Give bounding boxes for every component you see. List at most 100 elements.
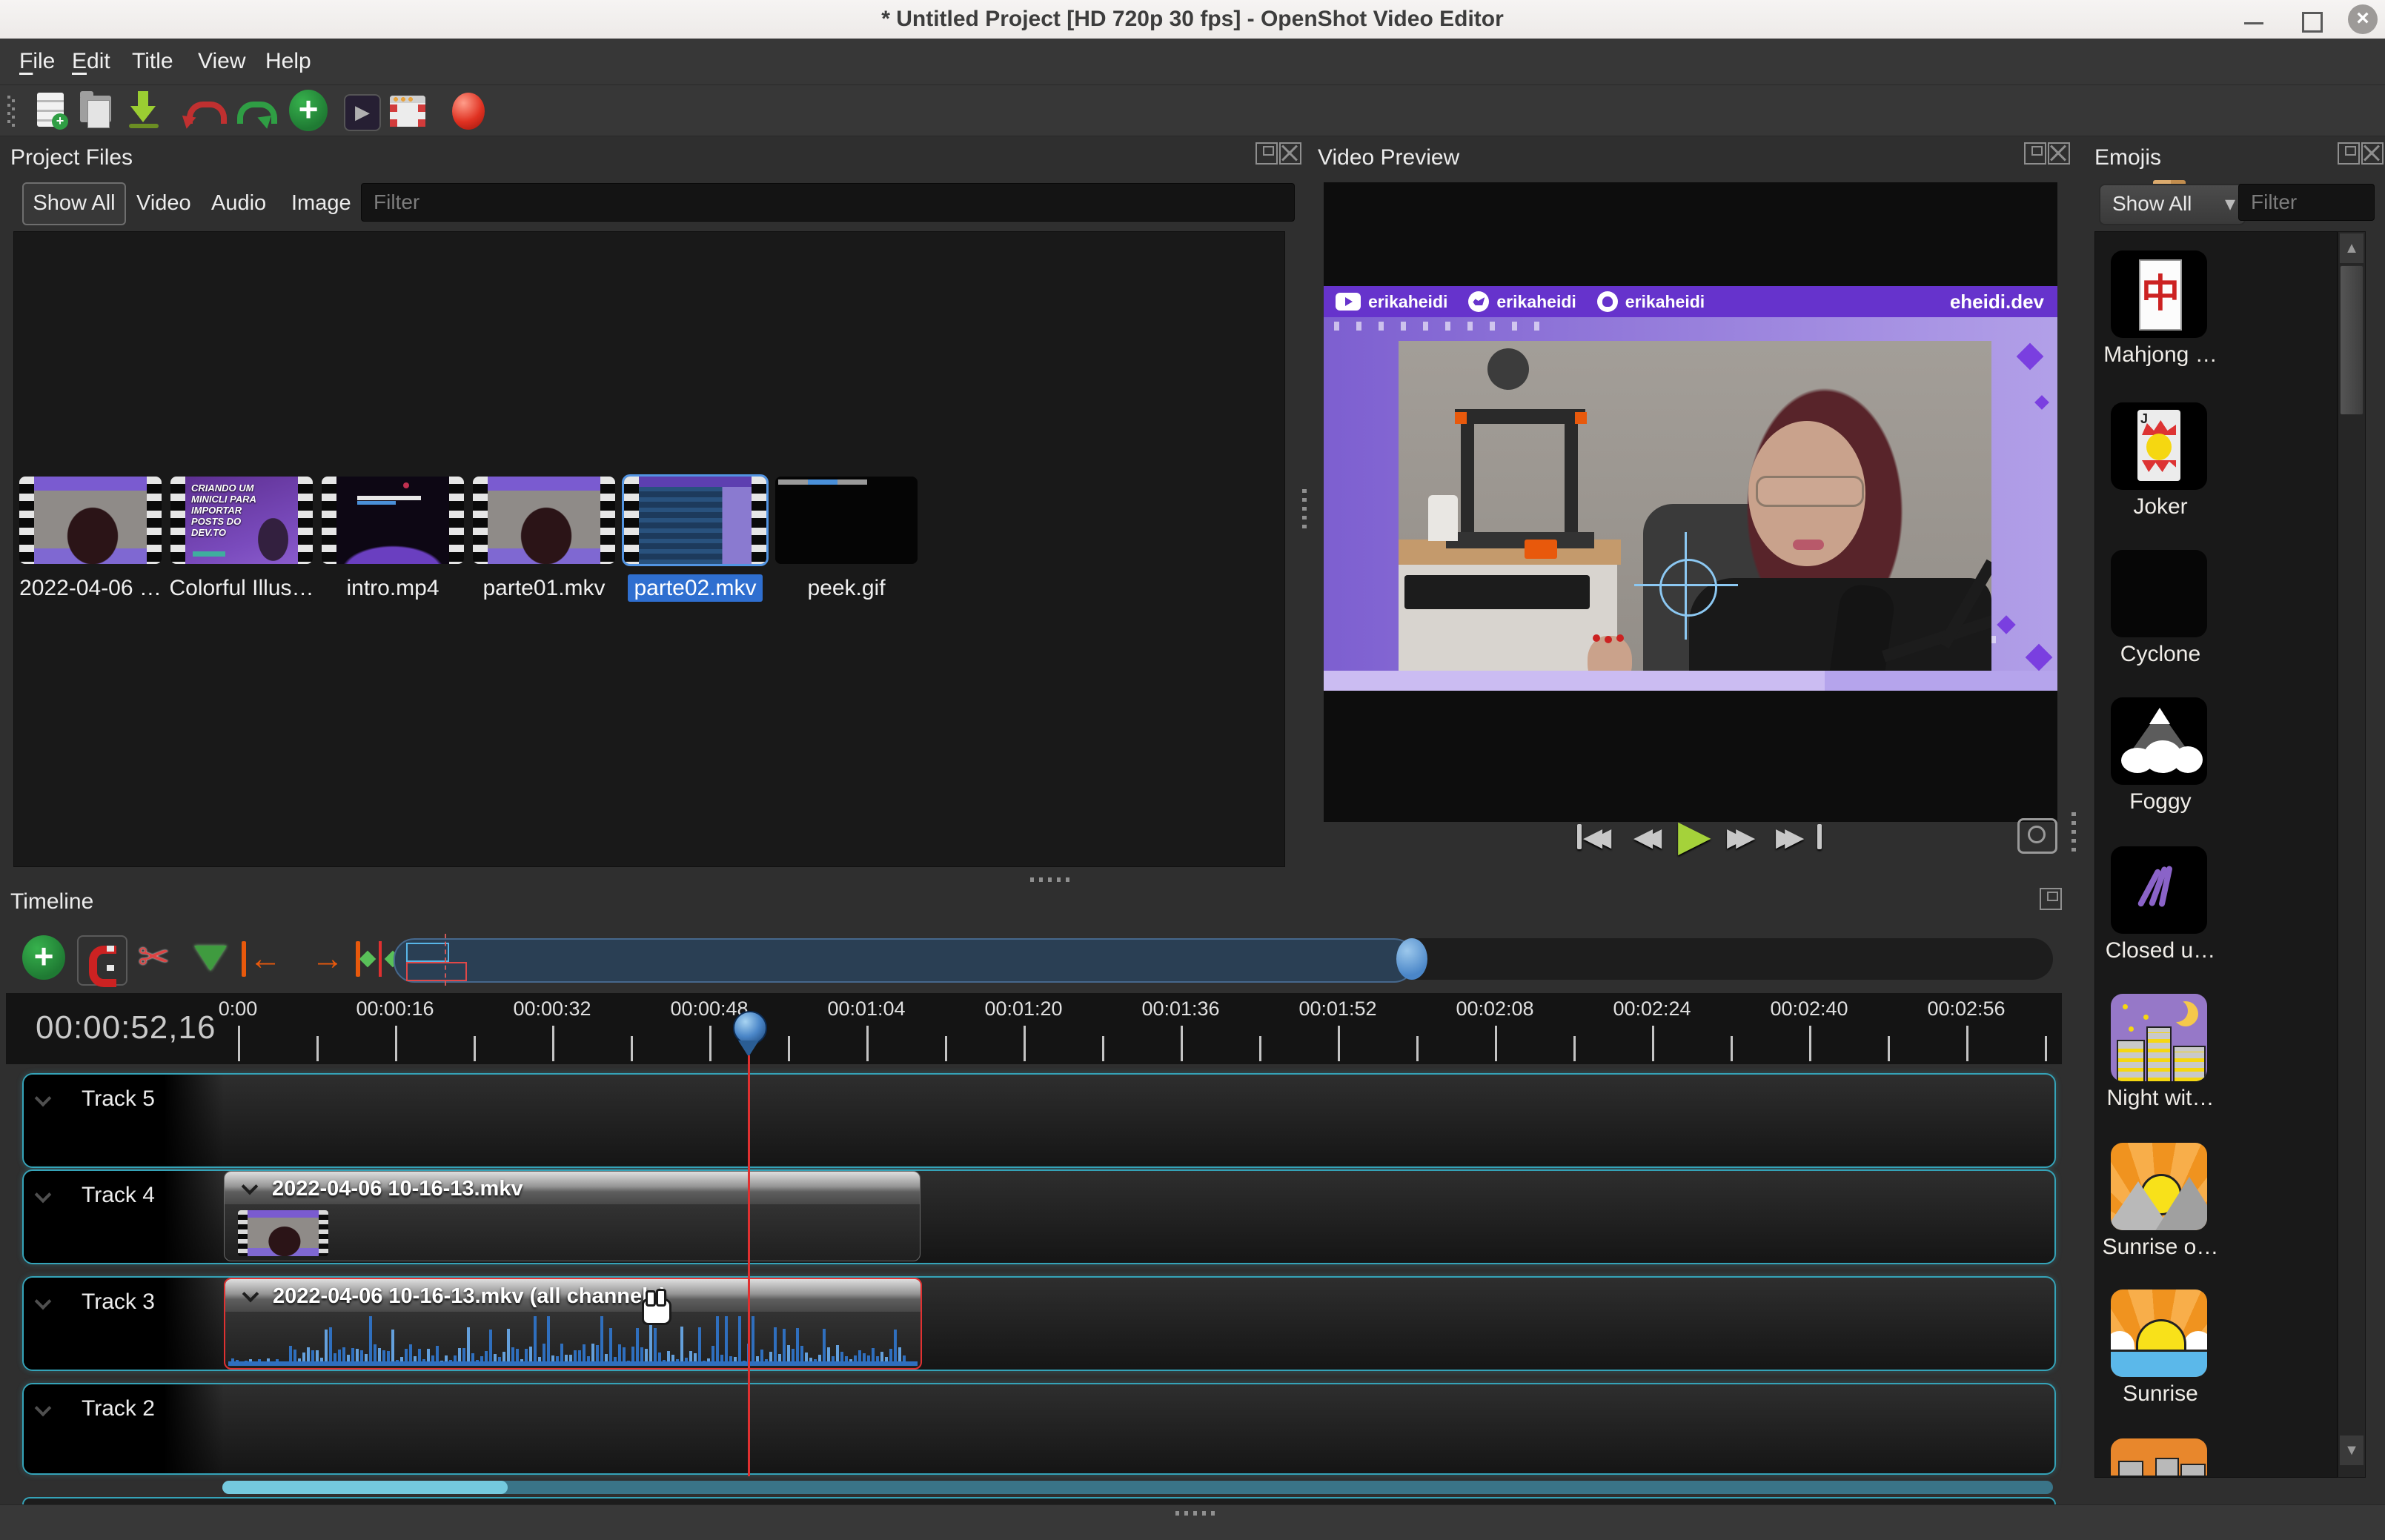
scroll-up-icon[interactable]: ▲: [2339, 233, 2364, 264]
emoji-joker[interactable]: J: [2111, 402, 2207, 490]
file-label[interactable]: parte01.mkv: [468, 573, 620, 604]
file-thumb-intro[interactable]: [322, 477, 464, 564]
file-thumb-2022-04-06[interactable]: [19, 477, 162, 564]
track-3-row[interactable]: Track 3 2022-04-06 10-16-13.mkv (all cha…: [22, 1276, 2056, 1371]
file-label-selected[interactable]: parte02.mkv: [626, 573, 765, 604]
undock-icon[interactable]: [1255, 142, 1278, 165]
ruler-tick-major: [395, 1026, 397, 1061]
menu-view[interactable]: View: [190, 39, 253, 84]
timeline-zoom-handle[interactable]: [1396, 938, 1427, 980]
vertical-splitter-handle-2[interactable]: [2071, 812, 2076, 857]
close-icon[interactable]: ×: [2348, 4, 2378, 34]
menu-help[interactable]: Help: [258, 39, 319, 84]
undock-icon[interactable]: [2338, 142, 2360, 165]
tab-show-all[interactable]: Show All: [22, 182, 126, 225]
file-label[interactable]: 2022-04-06 …: [15, 573, 166, 604]
undock-icon[interactable]: [2040, 888, 2062, 910]
timeline-zoom-track[interactable]: [1412, 938, 2053, 980]
menu-title[interactable]: Title: [125, 39, 181, 84]
fast-forward-icon[interactable]: ▶▶: [1727, 823, 1745, 852]
ruler-tick-major: [1495, 1026, 1497, 1061]
close-panel-icon[interactable]: [2361, 142, 2384, 165]
track-1-row-clipped[interactable]: [22, 1497, 2056, 1504]
emoji-mahjong[interactable]: 中: [2111, 250, 2207, 338]
track-2-row[interactable]: Track 2: [22, 1383, 2056, 1475]
add-marker-icon[interactable]: [194, 946, 242, 993]
emoji-foggy[interactable]: [2111, 697, 2207, 785]
camera-view: [1399, 341, 1991, 671]
title-bar[interactable]: * Untitled Project [HD 720p 30 fps] - Op…: [0, 0, 2385, 39]
redo-icon[interactable]: [231, 90, 273, 131]
snapshot-icon[interactable]: [2017, 818, 2057, 854]
close-panel-icon[interactable]: [2048, 142, 2070, 165]
export-video-icon[interactable]: [448, 90, 489, 131]
open-project-icon[interactable]: [76, 90, 117, 131]
jump-start-icon[interactable]: [1577, 824, 1582, 849]
clip-label: 2022-04-06 10-16-13.mkv (all channels): [273, 1284, 667, 1309]
save-project-icon[interactable]: [123, 90, 165, 131]
playhead-tail[interactable]: [738, 1041, 759, 1057]
new-project-icon[interactable]: +: [30, 90, 71, 131]
emoji-scrollbar-thumb[interactable]: [2340, 265, 2364, 415]
play-icon[interactable]: ▶: [1678, 812, 1711, 860]
file-label[interactable]: peek.gif: [771, 573, 922, 604]
project-files-filter-input[interactable]: [361, 183, 1295, 222]
previous-marker-icon[interactable]: ←: [242, 935, 301, 983]
tab-audio[interactable]: Audio: [211, 182, 266, 224]
tab-video[interactable]: Video: [136, 182, 191, 224]
next-marker-icon[interactable]: →: [307, 935, 366, 983]
jump-end-bar[interactable]: [1817, 824, 1822, 849]
emoji-filter-input[interactable]: [2238, 184, 2375, 221]
track-5-row[interactable]: Track 5: [22, 1073, 2056, 1168]
rewind-icon[interactable]: ◀◀: [1633, 823, 1651, 852]
close-panel-icon[interactable]: [1279, 142, 1301, 165]
timeline-zoom-range[interactable]: [394, 938, 1415, 983]
vertical-splitter-handle[interactable]: [1302, 489, 1307, 534]
file-label[interactable]: Colorful Illus…: [166, 573, 317, 604]
scroll-down-icon[interactable]: ▼: [2339, 1435, 2364, 1466]
choose-profile-icon[interactable]: ▶: [341, 90, 382, 131]
horizontal-splitter-handle[interactable]: [1030, 877, 1073, 882]
track-4-row[interactable]: Track 4 2022-04-06 10-16-13.mkv: [22, 1169, 2056, 1264]
snapping-toggle-icon[interactable]: [77, 935, 127, 986]
video-preview-title: Video Preview: [1318, 145, 1459, 170]
bottom-resize-bar: [0, 1504, 2385, 1540]
jump-start-icon[interactable]: ◀◀: [1583, 823, 1601, 852]
clip-video[interactable]: 2022-04-06 10-16-13.mkv: [224, 1171, 921, 1261]
maximize-icon[interactable]: [2302, 12, 2323, 33]
emoji-label: Joker: [2068, 494, 2253, 521]
clip-audio-selected[interactable]: 2022-04-06 10-16-13.mkv (all channels): [224, 1278, 922, 1370]
timeline-hscrollbar-thumb[interactable]: [222, 1481, 508, 1494]
undo-icon[interactable]: [181, 90, 222, 131]
toolbar-grip[interactable]: [7, 96, 15, 127]
emoji-sunrise[interactable]: [2111, 1290, 2207, 1377]
emoji-night-with-stars[interactable]: [2111, 994, 2207, 1081]
bottom-splitter-handle[interactable]: [1175, 1511, 1218, 1516]
undock-icon[interactable]: [2024, 142, 2046, 165]
import-files-icon[interactable]: +: [289, 90, 328, 131]
emoji-closed-umbrella[interactable]: [2111, 846, 2207, 934]
jump-end-icon[interactable]: ▶▶: [1776, 823, 1794, 852]
window-title: * Untitled Project [HD 720p 30 fps] - Op…: [0, 0, 2385, 39]
emoji-filter-dropdown[interactable]: Show All ▾: [2099, 184, 2246, 225]
file-thumb-parte02[interactable]: [624, 477, 766, 564]
emoji-scrollbar[interactable]: [2338, 231, 2366, 1478]
ruler-tick-major: [1652, 1026, 1654, 1061]
timeline-ruler[interactable]: 0:0000:00:1600:00:3200:00:4800:01:0400:0…: [6, 993, 2062, 1064]
timeline-title: Timeline: [10, 889, 93, 915]
file-thumb-peek[interactable]: [775, 477, 918, 564]
twitter-icon: [1468, 291, 1489, 312]
tab-image[interactable]: Image: [291, 182, 351, 224]
emoji-cityscape-partial[interactable]: [2111, 1438, 2207, 1476]
razor-icon[interactable]: ✂: [138, 935, 185, 983]
file-label[interactable]: intro.mp4: [317, 573, 468, 604]
emoji-sunrise-over-mountains[interactable]: [2111, 1143, 2207, 1230]
file-thumb-parte01[interactable]: [473, 477, 615, 564]
emoji-cyclone[interactable]: [2111, 550, 2207, 637]
add-track-icon[interactable]: +: [22, 935, 65, 980]
file-thumb-colorful-illustration[interactable]: CRIANDO UM MINICLI PARA IMPORTAR POSTS D…: [170, 477, 313, 564]
fullscreen-icon[interactable]: [387, 90, 428, 131]
menu-edit[interactable]: Edit: [64, 39, 118, 84]
menu-file[interactable]: File: [12, 39, 62, 84]
minimize-icon[interactable]: [2244, 22, 2263, 24]
